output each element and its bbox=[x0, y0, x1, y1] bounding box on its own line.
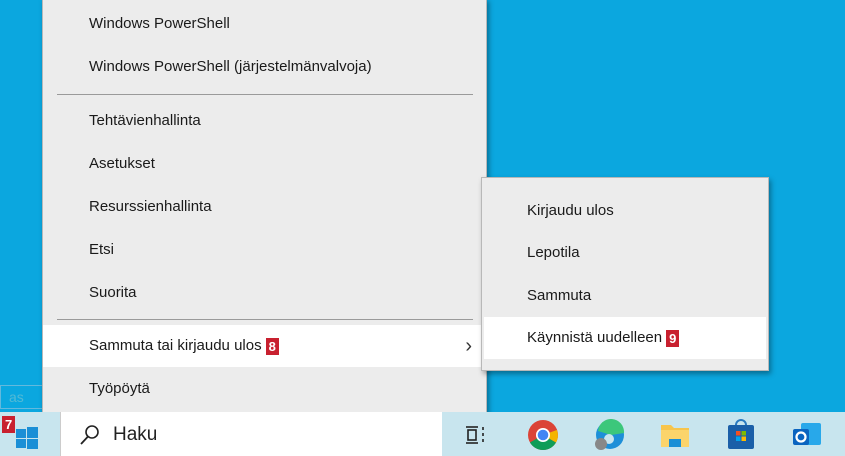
outlook-button[interactable] bbox=[791, 419, 823, 451]
label: Käynnistä uudelleen bbox=[527, 329, 663, 346]
label: Windows PowerShell bbox=[89, 15, 230, 32]
submenu-item-sleep[interactable]: Lepotila bbox=[484, 232, 766, 274]
menu-item-task-manager[interactable]: Tehtävienhallinta bbox=[43, 100, 486, 142]
menu-item-powershell[interactable]: Windows PowerShell bbox=[43, 3, 486, 45]
menu-item-run[interactable]: Suorita bbox=[43, 272, 486, 314]
edge-button[interactable] bbox=[593, 418, 625, 451]
label: Suorita bbox=[89, 284, 137, 301]
task-view-button[interactable] bbox=[461, 419, 493, 451]
windows-logo-icon bbox=[16, 427, 38, 449]
label: Etsi bbox=[89, 241, 115, 258]
outlook-icon bbox=[793, 423, 821, 445]
start-button[interactable] bbox=[16, 427, 38, 449]
label: Tehtävienhallinta bbox=[89, 112, 201, 129]
label: Sammuta tai kirjaudu ulos bbox=[89, 337, 262, 354]
winx-menu: Windows PowerShell Windows PowerShell (j… bbox=[42, 0, 487, 422]
label: Työpöytä bbox=[89, 380, 150, 397]
separator bbox=[57, 94, 473, 95]
label: Lepotila bbox=[527, 244, 580, 261]
label: Asetukset bbox=[89, 155, 155, 172]
menu-item-search[interactable]: Etsi bbox=[43, 229, 486, 271]
menu-item-desktop[interactable]: Työpöytä bbox=[43, 368, 486, 410]
step-badge: 8 bbox=[265, 337, 279, 355]
submenu-item-restart[interactable]: Käynnistä uudelleen 9 bbox=[484, 317, 766, 359]
search-icon bbox=[80, 425, 99, 445]
label: Sammuta bbox=[527, 287, 592, 304]
task-view-icon bbox=[466, 426, 484, 444]
chevron-right-icon: › bbox=[465, 335, 472, 357]
edge-icon bbox=[595, 418, 625, 450]
file-explorer-button[interactable] bbox=[659, 419, 691, 451]
folder-icon bbox=[661, 425, 689, 447]
label: Kirjaudu ulos bbox=[527, 202, 614, 219]
taskbar: 7 Haku bbox=[0, 412, 845, 456]
step-badge: 7 bbox=[2, 416, 16, 433]
search-box[interactable]: Haku bbox=[60, 412, 442, 456]
separator bbox=[57, 319, 473, 320]
menu-item-settings[interactable]: Asetukset bbox=[43, 143, 486, 185]
label: Resurssienhallinta bbox=[89, 198, 212, 215]
submenu-item-sign-out[interactable]: Kirjaudu ulos bbox=[484, 190, 766, 232]
chrome-button[interactable] bbox=[527, 419, 559, 451]
search-placeholder: Haku bbox=[113, 424, 158, 445]
store-button[interactable] bbox=[725, 419, 757, 451]
menu-item-shutdown-signout[interactable]: Sammuta tai kirjaudu ulos 8 › bbox=[43, 325, 486, 367]
step-badge: 9 bbox=[666, 329, 680, 347]
label: Windows PowerShell (järjestelmänvalvoja) bbox=[89, 58, 372, 75]
chrome-icon bbox=[528, 420, 558, 451]
submenu-item-shutdown[interactable]: Sammuta bbox=[484, 275, 766, 317]
store-icon bbox=[728, 419, 754, 449]
menu-item-powershell-admin[interactable]: Windows PowerShell (järjestelmänvalvoja) bbox=[43, 46, 486, 88]
menu-item-file-explorer[interactable]: Resurssienhallinta bbox=[43, 186, 486, 228]
shutdown-submenu: Kirjaudu ulos Lepotila Sammuta Käynnistä… bbox=[481, 177, 769, 371]
